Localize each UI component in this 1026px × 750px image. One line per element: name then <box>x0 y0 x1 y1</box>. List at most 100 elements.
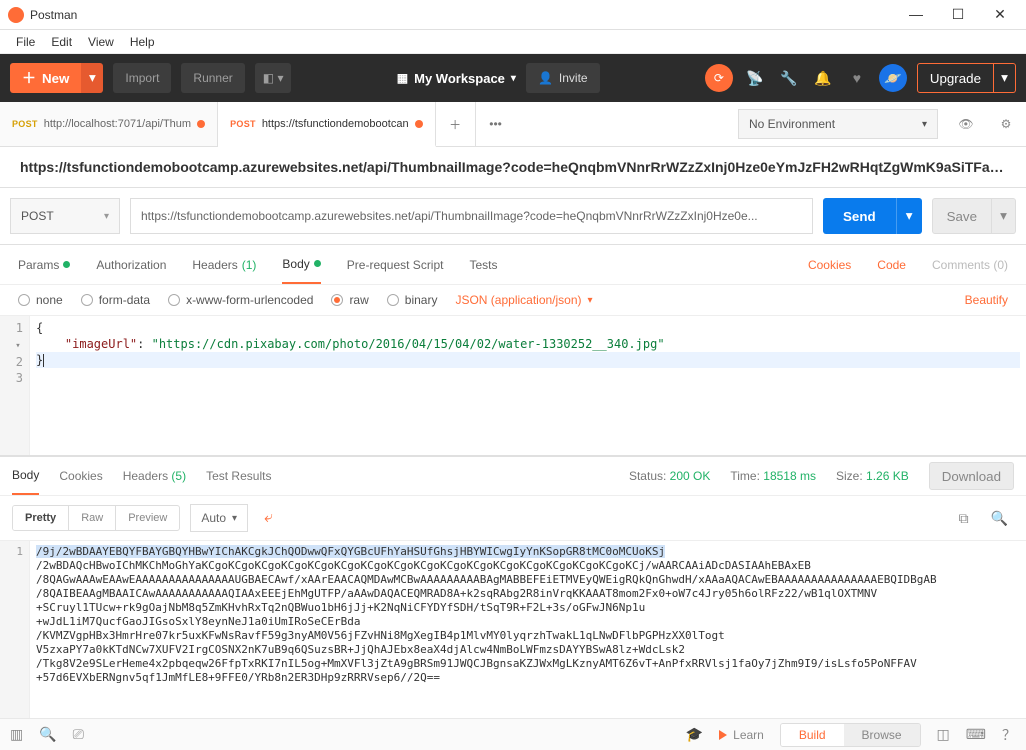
cookies-link[interactable]: Cookies <box>808 258 851 272</box>
request-bar: POST ▾ https://tsfunctiondemobootcamp.az… <box>0 188 1026 245</box>
radio-none[interactable]: none <box>18 293 63 307</box>
url-input-value: https://tsfunctiondemobootcamp.azurewebs… <box>141 209 758 223</box>
minimize-button[interactable]: — <box>904 6 928 23</box>
tab-tests[interactable]: Tests <box>469 245 497 284</box>
capture-icon[interactable]: 📡 <box>743 70 767 87</box>
env-manage-gear-icon[interactable]: ⚙ <box>990 108 1022 140</box>
runner-button[interactable]: Runner <box>181 63 244 93</box>
menu-bar: File Edit View Help <box>0 30 1026 54</box>
method-dropdown[interactable]: POST ▾ <box>10 198 120 234</box>
maximize-button[interactable]: ☐ <box>946 6 970 23</box>
download-button[interactable]: Download <box>929 462 1014 490</box>
search-response-icon[interactable]: 🔍 <box>985 510 1014 527</box>
request-body-editor[interactable]: 1 ▾ 2 3 { "imageUrl": "https://cdn.pixab… <box>0 316 1026 456</box>
response-tabs: Body Cookies Headers (5) Test Results St… <box>0 456 1026 496</box>
menu-help[interactable]: Help <box>124 33 161 51</box>
radio-urlencoded[interactable]: x-www-form-urlencoded <box>168 293 313 307</box>
request-tab-1[interactable]: POST http://localhost:7071/api/Thum <box>0 102 218 146</box>
title-bar: Postman — ☐ ✕ <box>0 0 1026 30</box>
build-browse-toggle: Build Browse <box>780 723 921 747</box>
new-button-label: New <box>42 71 69 86</box>
invite-button[interactable]: 👤 Invite <box>526 63 600 93</box>
two-pane-icon[interactable]: ◫ <box>937 726 950 743</box>
find-icon[interactable]: 🔍 <box>39 726 56 743</box>
environment-selector[interactable]: No Environment ▾ <box>738 109 938 139</box>
open-new-window-button[interactable]: ◧ ▾ <box>255 63 292 93</box>
tab-label: http://localhost:7071/api/Thum <box>44 118 191 130</box>
view-raw[interactable]: Raw <box>69 506 116 530</box>
request-tabs-row: POST http://localhost:7071/api/Thum POST… <box>0 102 1026 147</box>
sidebar-toggle-icon[interactable]: ▥ <box>10 726 23 743</box>
close-button[interactable]: ✕ <box>988 6 1012 23</box>
tab-headers[interactable]: Headers (1) <box>192 245 256 284</box>
new-tab-button[interactable]: ＋ <box>436 102 476 146</box>
response-body[interactable]: 1 /9j/2wBDAAYEBQYFBAYGBQYHBwYIChAKCgkJCh… <box>0 541 1026 718</box>
new-button[interactable]: ＋New ▾ <box>10 63 103 93</box>
menu-edit[interactable]: Edit <box>45 33 78 51</box>
send-button[interactable]: Send <box>823 198 896 234</box>
wrap-lines-icon[interactable]: ⤶ <box>258 509 279 527</box>
comments-link[interactable]: Comments (0) <box>932 258 1008 272</box>
window-controls: — ☐ ✕ <box>904 6 1018 23</box>
radio-binary[interactable]: binary <box>387 293 438 307</box>
modified-dot-icon <box>197 120 205 128</box>
tab-options-button[interactable]: ••• <box>476 102 516 146</box>
editor-gutter: 1 ▾ 2 3 <box>0 316 30 455</box>
menu-file[interactable]: File <box>10 33 41 51</box>
console-icon[interactable]: ⎚ <box>73 726 84 743</box>
body-indicator-dot <box>314 260 321 267</box>
tab-params[interactable]: Params <box>18 245 70 284</box>
keyboard-shortcuts-icon[interactable]: ⌨ <box>966 726 986 743</box>
invite-label: Invite <box>559 71 588 85</box>
browse-tab[interactable]: Browse <box>844 724 920 746</box>
tab-prerequest[interactable]: Pre-request Script <box>347 245 444 284</box>
response-size: Size: 1.26 KB <box>836 469 909 483</box>
tab-label: https://tsfunctiondemobootcan <box>262 118 409 130</box>
new-dropdown[interactable]: ▾ <box>81 63 103 93</box>
modified-dot-icon <box>415 120 423 128</box>
build-tab[interactable]: Build <box>781 724 844 746</box>
url-input[interactable]: https://tsfunctiondemobootcamp.azurewebs… <box>130 198 813 234</box>
save-button[interactable]: Save <box>932 198 992 234</box>
tab-authorization[interactable]: Authorization <box>96 245 166 284</box>
sync-icon[interactable]: ⟳ <box>705 64 733 92</box>
copy-response-icon[interactable]: ⧉ <box>953 510 975 527</box>
import-button[interactable]: Import <box>113 63 171 93</box>
response-format-dropdown[interactable]: Auto ▾ <box>190 504 248 532</box>
settings-wrench-icon[interactable]: 🔧 <box>777 70 801 87</box>
code-link[interactable]: Code <box>877 258 906 272</box>
request-url-display: https://tsfunctiondemobootcamp.azurewebs… <box>0 147 1026 188</box>
tab-body[interactable]: Body <box>282 245 320 284</box>
body-type-row: none form-data x-www-form-urlencoded raw… <box>0 285 1026 316</box>
send-dropdown[interactable]: ▾ <box>896 198 922 234</box>
view-preview[interactable]: Preview <box>116 506 179 530</box>
request-tab-2[interactable]: POST https://tsfunctiondemobootcan <box>218 102 435 147</box>
avatar[interactable]: 🪐 <box>879 64 907 92</box>
view-pretty[interactable]: Pretty <box>13 506 69 530</box>
heart-icon[interactable]: ♥ <box>845 70 869 86</box>
resp-tab-cookies[interactable]: Cookies <box>59 469 102 483</box>
beautify-button[interactable]: Beautify <box>965 293 1008 307</box>
upgrade-dropdown[interactable]: ▾ <box>994 63 1016 93</box>
menu-view[interactable]: View <box>82 33 120 51</box>
response-status: Status: 200 OK <box>629 469 710 483</box>
content-type-dropdown[interactable]: JSON (application/json) ▾ <box>455 293 592 307</box>
method-badge: POST <box>12 119 38 129</box>
radio-raw[interactable]: raw <box>331 293 368 307</box>
top-toolbar: ＋New ▾ Import Runner ◧ ▾ ▦ My Workspace … <box>0 54 1026 102</box>
workspace-selector[interactable]: ▦ My Workspace ▾ <box>397 71 516 86</box>
radio-form-data[interactable]: form-data <box>81 293 150 307</box>
env-quicklook-icon[interactable]: 👁 <box>950 108 982 140</box>
response-gutter: 1 <box>0 541 30 718</box>
upgrade-button[interactable]: Upgrade <box>917 63 994 93</box>
learn-link[interactable]: Learn <box>719 728 764 742</box>
notifications-bell-icon[interactable]: 🔔 <box>811 70 835 87</box>
resp-tab-testresults[interactable]: Test Results <box>206 469 271 483</box>
save-dropdown[interactable]: ▾ <box>992 198 1016 234</box>
resp-tab-headers[interactable]: Headers (5) <box>123 469 186 483</box>
status-bar: ▥ 🔍 ⎚ 🎓 Learn Build Browse ◫ ⌨ ？ <box>0 718 1026 750</box>
help-icon[interactable]: ？ <box>1002 725 1016 745</box>
resp-tab-body[interactable]: Body <box>12 457 39 495</box>
play-icon <box>719 730 727 740</box>
bootcamp-icon[interactable]: 🎓 <box>686 726 703 743</box>
